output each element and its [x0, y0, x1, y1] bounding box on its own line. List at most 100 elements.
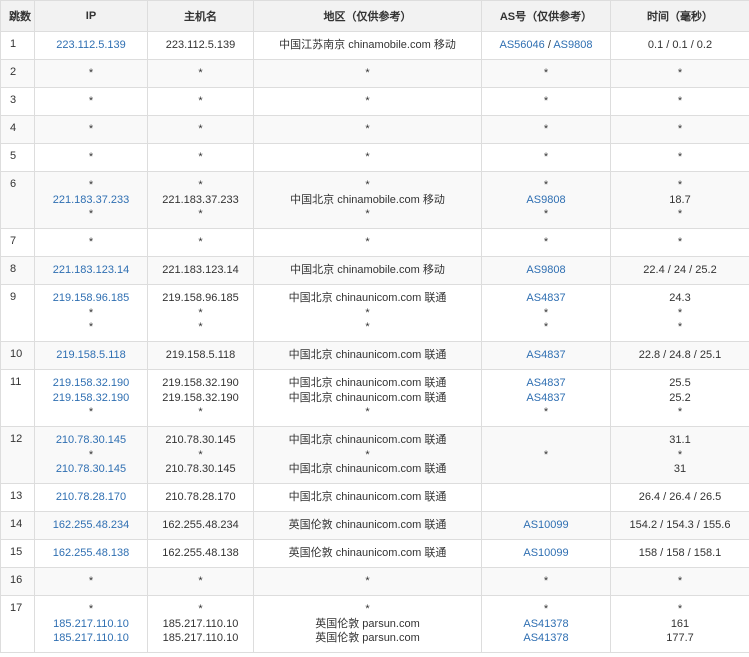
asn-line: *	[482, 320, 610, 335]
asn-link[interactable]: AS4837	[526, 392, 565, 404]
ip-address-link[interactable]: 210.78.28.170	[56, 491, 126, 503]
hostname-cell: 210.78.28.170	[147, 483, 254, 512]
region-line: 中国北京 chinamobile.com 移动	[290, 264, 445, 277]
latency-cell: *	[610, 143, 749, 172]
hop-number: 15	[0, 539, 35, 568]
latency-line: *	[677, 95, 683, 108]
ip-address-link[interactable]: 185.217.110.10	[53, 632, 129, 644]
ip-address-cell: 219.158.5.118	[34, 341, 148, 370]
asn-link[interactable]: AS10099	[523, 547, 568, 559]
asn-link[interactable]: AS41378	[523, 618, 568, 630]
region-line: *	[365, 151, 370, 164]
ip-address-line: *	[88, 406, 94, 419]
ip-address-link[interactable]: 219.158.32.190	[53, 392, 129, 404]
region-cell: 中国北京 chinaunicom.com 联通 * 中国北京 chinaunicom…	[253, 426, 482, 484]
asn-link[interactable]: AS9808	[553, 39, 592, 51]
hostname-line: 185.217.110.10	[162, 617, 239, 630]
region-line: 中国北京 chinaunicom.com 联通	[288, 292, 447, 305]
hostname-cell: *	[147, 567, 254, 596]
hostname-cell: 219.158.5.118	[147, 341, 254, 370]
ip-address-link[interactable]: 221.183.123.14	[53, 264, 129, 276]
region-line: *	[365, 179, 370, 192]
region-cell: 中国北京 chinamobile.com 移动	[253, 256, 482, 285]
asn-link[interactable]: AS4837	[526, 349, 565, 361]
hostname-line: 210.78.30.145	[165, 463, 236, 476]
ip-address-line: 162.255.48.234	[35, 518, 147, 533]
ip-address-cell: 223.112.5.139	[34, 31, 148, 60]
hostname-cell: 210.78.30.145 * 210.78.30.145	[147, 426, 254, 484]
ip-address-link[interactable]: 210.78.30.145	[56, 463, 126, 475]
ip-address-cell: 219.158.96.185 * *	[34, 284, 148, 342]
region-line: 中国北京 chinaunicom.com 联通	[288, 434, 447, 447]
ip-address-link[interactable]: 162.255.48.234	[53, 519, 129, 531]
region-cell: * 中国北京 chinamobile.com 移动 *	[253, 171, 482, 229]
asn-cell: AS4837 * *	[481, 284, 611, 342]
latency-cell: * 161 177.7	[610, 595, 749, 653]
hostname-cell: 162.255.48.234	[147, 511, 254, 540]
hostname-cell: *	[147, 59, 254, 88]
asn-link[interactable]: AS41378	[523, 632, 568, 644]
asn-link[interactable]: AS9808	[526, 264, 565, 276]
latency-cell: 25.5 25.2 *	[610, 369, 749, 427]
latency-cell: *	[610, 59, 749, 88]
hostname-line: 162.255.48.234	[162, 519, 239, 532]
ip-address-link[interactable]: 221.183.37.233	[53, 194, 129, 206]
asn-link[interactable]: AS9808	[526, 194, 565, 206]
traceroute-table: 跳数 IP 主机名 地区（仅供参考） AS号（仅供参考） 时间（毫秒） 1 223…	[0, 0, 749, 653]
ip-address-link[interactable]: 210.78.30.145	[56, 434, 126, 446]
asn-text: *	[543, 95, 549, 108]
hostname-line: *	[198, 151, 203, 164]
ip-address-line: *	[88, 448, 94, 461]
ip-address-line: 185.217.110.10	[35, 631, 147, 646]
asn-line: AS56046 / AS9808	[482, 38, 610, 53]
asn-line: *	[482, 574, 610, 589]
asn-cell: *	[481, 228, 611, 257]
hostname-line: *	[198, 179, 203, 192]
ip-address-link[interactable]: 219.158.96.185	[53, 292, 129, 304]
asn-line: *	[482, 235, 610, 250]
region-line: 中国北京 chinamobile.com 移动	[290, 193, 445, 206]
region-line: 中国北京 chinaunicom.com 联通	[288, 377, 447, 390]
hostname-line: 223.112.5.139	[165, 39, 236, 52]
latency-line: *	[677, 208, 683, 221]
ip-address-line: 185.217.110.10	[35, 617, 147, 632]
asn-link[interactable]: AS56046	[500, 39, 545, 51]
asn-text: *	[543, 208, 549, 221]
table-row: 5 * * * * *	[0, 143, 749, 172]
asn-text: *	[543, 151, 549, 164]
asn-line: *	[482, 94, 610, 109]
asn-link[interactable]: AS4837	[526, 377, 565, 389]
asn-line: AS4837	[482, 291, 610, 306]
hostname-line: *	[198, 95, 203, 108]
hostname-line: *	[198, 603, 203, 616]
ip-address-link[interactable]: 223.112.5.139	[56, 39, 126, 51]
ip-address-link[interactable]: 185.217.110.10	[53, 618, 129, 630]
ip-address-line: *	[88, 236, 94, 249]
region-cell: *	[253, 115, 482, 144]
asn-line	[482, 490, 610, 505]
latency-line: 0.1 / 0.1 / 0.2	[647, 39, 713, 52]
ip-address-line: *	[88, 123, 94, 136]
asn-line: AS41378	[482, 617, 610, 632]
asn-cell: *	[481, 567, 611, 596]
asn-text: *	[543, 306, 549, 319]
ip-address-link[interactable]: 219.158.5.118	[56, 349, 126, 361]
asn-link[interactable]: AS4837	[526, 292, 565, 304]
ip-address-line: 221.183.37.233	[35, 193, 147, 208]
ip-address-link[interactable]: 219.158.32.190	[53, 377, 129, 389]
hostname-line: 219.158.5.118	[165, 349, 236, 362]
asn-cell: *	[481, 426, 611, 484]
hop-number: 17	[0, 595, 35, 653]
asn-line: AS41378	[482, 631, 610, 646]
ip-address-cell: 210.78.30.145 * 210.78.30.145	[34, 426, 148, 484]
header-asn: AS号（仅供参考）	[481, 0, 611, 32]
ip-address-line: 219.158.32.190	[35, 391, 147, 406]
hop-number: 6	[0, 171, 35, 229]
latency-cell: 31.1 * 31	[610, 426, 749, 484]
asn-link[interactable]: AS10099	[523, 519, 568, 531]
latency-line: *	[677, 603, 683, 616]
ip-address-link[interactable]: 162.255.48.138	[53, 547, 129, 559]
region-line: *	[365, 603, 370, 616]
hostname-line: 219.158.32.190	[162, 391, 239, 404]
region-line: *	[365, 575, 370, 588]
